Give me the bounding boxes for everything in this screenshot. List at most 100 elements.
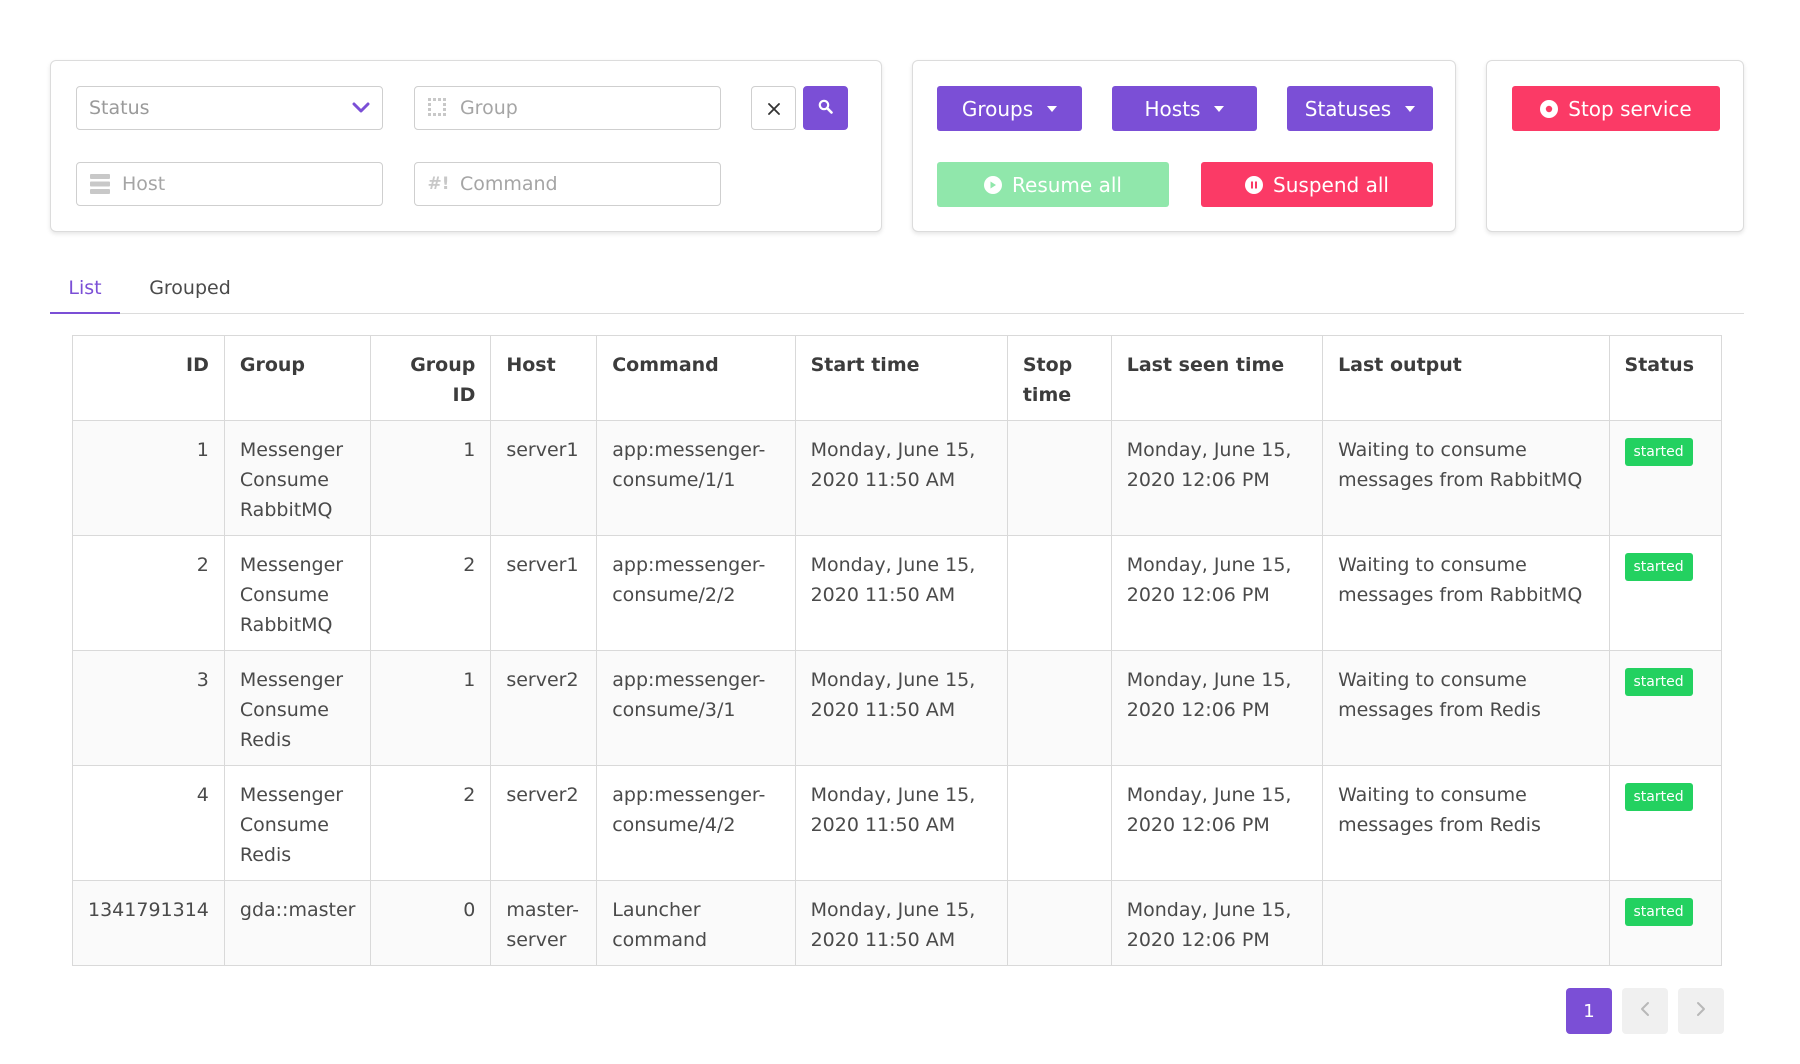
col-header-start-time: Start time <box>794 335 1008 421</box>
status-select[interactable]: Status <box>76 86 383 130</box>
tab-list[interactable]: List <box>50 264 120 314</box>
cell-line: command <box>612 929 708 951</box>
cell-last-seen: Monday, June 15, 2020 12:06 PM <box>1110 650 1324 766</box>
cell-last-seen: Monday, June 15, 2020 12:06 PM <box>1110 880 1324 966</box>
play-circle-icon <box>984 175 1003 194</box>
status-select-placeholder: Status <box>89 97 150 119</box>
cell-status: started <box>1608 880 1723 966</box>
cell-host: master-server <box>490 880 598 966</box>
cell-host: server2 <box>490 765 598 881</box>
cell-line: Monday, June 15, <box>810 554 976 576</box>
cell-line: Consume <box>239 584 329 606</box>
search-icon <box>818 98 833 119</box>
resume-all-label: Resume all <box>1012 172 1122 197</box>
groups-dropdown-button[interactable]: Groups <box>937 86 1082 131</box>
col-header-host: Host <box>490 335 598 421</box>
col-header-group-id-line2: ID <box>452 384 476 406</box>
table-row: 4 Messenger Consume Redis 2 server2 app:messen… <box>72 765 1723 881</box>
cell-line: Consume <box>239 699 329 721</box>
cell-command: app:messenger-consume/4/2 <box>596 765 796 881</box>
cell-line: Launcher <box>612 899 701 921</box>
prev-page-button[interactable] <box>1622 988 1668 1034</box>
cell-line: Monday, June 15, <box>810 899 976 921</box>
cell-line: consume/4/2 <box>612 814 736 836</box>
tab-grouped[interactable]: Grouped <box>140 264 240 314</box>
cell-group-id: 2 <box>370 765 492 881</box>
cell-line: Messenger <box>239 439 344 461</box>
col-header-status: Status <box>1608 335 1723 421</box>
cell-start-time: Monday, June 15, 2020 11:50 AM <box>794 880 1008 966</box>
cell-last-output: Waiting to consume messages from RabbitMQ <box>1322 535 1610 651</box>
command-input[interactable] <box>459 173 708 195</box>
resume-all-button[interactable]: Resume all <box>937 162 1169 207</box>
cell-group: Messenger Consume RabbitMQ <box>223 535 372 651</box>
col-header-group: Group <box>223 335 372 421</box>
statuses-dropdown-button[interactable]: Statuses <box>1287 86 1433 131</box>
host-field[interactable] <box>76 162 383 206</box>
cell-stop-time <box>1006 765 1112 881</box>
cell-group: Messenger Consume RabbitMQ <box>223 420 372 536</box>
search-button[interactable] <box>803 86 848 130</box>
cell-last-seen: Monday, June 15, 2020 12:06 PM <box>1110 535 1324 651</box>
chevron-right-icon <box>1696 1001 1706 1022</box>
cell-line: 2020 12:06 PM <box>1126 584 1270 606</box>
stop-circle-icon <box>1540 99 1559 118</box>
cell-line: app:messenger- <box>612 554 766 576</box>
cell-line: 2020 11:50 AM <box>810 929 956 951</box>
table-row: 3 Messenger Consume Redis 1 server2 app:messen… <box>72 650 1723 766</box>
cell-start-time: Monday, June 15, 2020 11:50 AM <box>794 650 1008 766</box>
cell-host: server2 <box>490 650 598 766</box>
clear-filters-button[interactable] <box>751 86 796 130</box>
cell-line: Monday, June 15, <box>1126 554 1292 576</box>
status-badge: started <box>1624 898 1693 926</box>
caret-down-icon <box>1047 105 1058 112</box>
cell-line: Monday, June 15, <box>810 669 976 691</box>
cell-line: consume/2/2 <box>612 584 736 606</box>
cell-last-seen: Monday, June 15, 2020 12:06 PM <box>1110 420 1324 536</box>
cell-line: server2 <box>506 669 579 691</box>
page-1-button[interactable]: 1 <box>1566 988 1612 1034</box>
cell-line: consume/1/1 <box>612 469 736 491</box>
cell-line: Messenger <box>239 784 344 806</box>
cell-last-output <box>1322 880 1610 966</box>
cell-line: 2020 11:50 AM <box>810 469 956 491</box>
suspend-all-label: Suspend all <box>1273 172 1389 197</box>
cell-stop-time <box>1006 650 1112 766</box>
cell-start-time: Monday, June 15, 2020 11:50 AM <box>794 420 1008 536</box>
col-header-stop-time-line2: time <box>1022 384 1072 406</box>
cell-line: Monday, June 15, <box>810 784 976 806</box>
jobs-table: ID Group Group ID Host Command Start time… <box>72 335 1723 966</box>
suspend-all-button[interactable]: Suspend all <box>1201 162 1433 207</box>
cell-group-id: 0 <box>370 880 492 966</box>
cell-line: app:messenger- <box>612 669 766 691</box>
cell-line: messages from Redis <box>1338 699 1541 721</box>
cell-line: app:messenger- <box>612 439 766 461</box>
cell-line: 2020 11:50 AM <box>810 814 956 836</box>
cell-id: 2 <box>72 535 225 651</box>
statuses-button-label: Statuses <box>1304 96 1392 121</box>
group-field[interactable] <box>414 86 721 130</box>
caret-down-icon <box>1214 105 1225 112</box>
cell-group: gda::master <box>223 880 372 966</box>
next-page-button[interactable] <box>1678 988 1724 1034</box>
cell-line: master- <box>506 899 579 921</box>
cell-line: messages from RabbitMQ <box>1338 469 1583 491</box>
pause-circle-icon <box>1245 175 1264 194</box>
cell-line: Consume <box>239 469 329 491</box>
stop-service-button[interactable]: Stop service <box>1512 86 1720 131</box>
status-badge: started <box>1624 668 1693 696</box>
cell-group: Messenger Consume Redis <box>223 765 372 881</box>
cell-id: 1 <box>72 420 225 536</box>
cell-line: Redis <box>239 844 292 866</box>
hosts-dropdown-button[interactable]: Hosts <box>1112 86 1257 131</box>
table-row: 1 Messenger Consume RabbitMQ 1 server1 app:mes… <box>72 420 1723 536</box>
cell-host: server1 <box>490 535 598 651</box>
cell-group: Messenger Consume Redis <box>223 650 372 766</box>
cell-line: Monday, June 15, <box>1126 899 1292 921</box>
host-input[interactable] <box>121 173 370 195</box>
cell-line: Waiting to consume <box>1338 439 1527 461</box>
cell-line: 2020 11:50 AM <box>810 699 956 721</box>
group-input[interactable] <box>459 97 708 119</box>
cell-line: 2020 12:06 PM <box>1126 469 1270 491</box>
command-field[interactable]: #! <box>414 162 721 206</box>
